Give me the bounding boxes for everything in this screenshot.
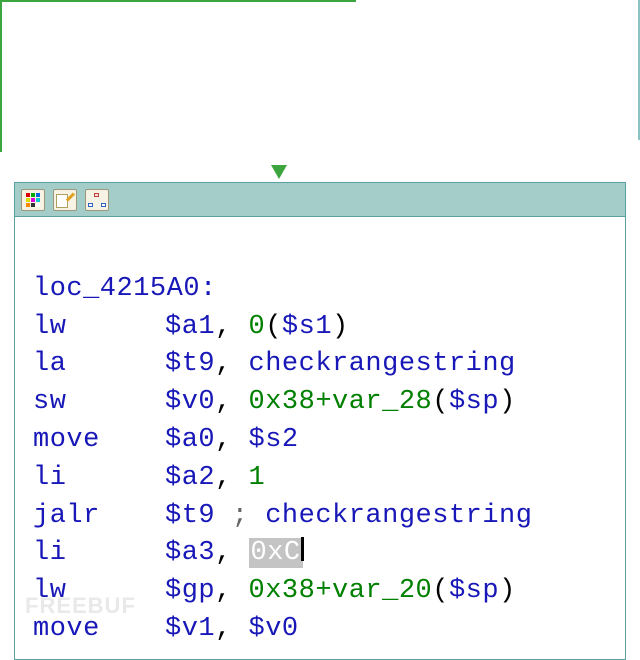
asm-line[interactable]: lw$gp, 0x38+var_20($sp) xyxy=(33,573,613,611)
tok-hl: 0xC xyxy=(249,538,303,568)
tok-comma: , xyxy=(215,425,248,455)
palette-button[interactable] xyxy=(21,189,45,211)
tok-reg: $a3 xyxy=(165,538,215,568)
tok-reg: $v1 xyxy=(165,614,215,644)
tok-comma: , xyxy=(215,349,248,379)
mnemonic: li xyxy=(33,535,165,573)
asm-line[interactable]: move$a0, $s2 xyxy=(33,422,613,460)
tok-reg: $t9 xyxy=(165,501,215,531)
tok-punct: ( xyxy=(265,312,282,342)
graph-edge-arrowhead xyxy=(271,165,287,179)
tok-punct: ( xyxy=(432,387,449,417)
tok-reg: $gp xyxy=(165,576,215,606)
tok-num: 0 xyxy=(249,312,266,342)
tok-comma: , xyxy=(215,576,248,606)
asm-line[interactable]: la$t9, checkrangestring xyxy=(33,346,613,384)
tok-reg: $sp xyxy=(449,576,499,606)
edit-note-button[interactable] xyxy=(53,189,77,211)
text-cursor xyxy=(301,537,304,561)
asm-line[interactable]: sw$v0, 0x38+var_28($sp) xyxy=(33,384,613,422)
tok-punct: ) xyxy=(332,312,349,342)
mnemonic: lw xyxy=(33,573,165,611)
tok-comma: , xyxy=(215,387,248,417)
tok-expr: 0x38+var_28 xyxy=(249,387,433,417)
graph-edge-right-stub xyxy=(634,0,640,140)
tok-reg: $a2 xyxy=(165,463,215,493)
tok-comma: , xyxy=(215,312,248,342)
block-toolbar xyxy=(15,183,625,217)
asm-line[interactable]: lw$a1, 0($s1) xyxy=(33,309,613,347)
graph-view-icon xyxy=(88,193,106,207)
tok-reg: $a1 xyxy=(165,312,215,342)
tok-reg: $sp xyxy=(449,387,499,417)
tok-reg: $t9 xyxy=(165,349,215,379)
mnemonic: li xyxy=(33,460,165,498)
asm-line[interactable]: li$a3, 0xC xyxy=(33,535,613,573)
tok-func: checkrangestring xyxy=(265,501,532,531)
tok-comma: , xyxy=(215,463,248,493)
mnemonic: la xyxy=(33,346,165,384)
asm-line[interactable]: li$a2, 1 xyxy=(33,460,613,498)
tok-reg: $a0 xyxy=(165,425,215,455)
asm-line[interactable]: move$v1, $v0 xyxy=(33,611,613,649)
graph-view-button[interactable] xyxy=(85,189,109,211)
tok-reg: $v0 xyxy=(249,614,299,644)
tok-comment: ; xyxy=(215,501,265,531)
graph-edge-vertical xyxy=(0,2,2,152)
tok-punct: ( xyxy=(432,576,449,606)
disasm-block[interactable]: loc_4215A0:lw$a1, 0($s1)la$t9, checkrang… xyxy=(14,182,626,660)
tok-reg: $s2 xyxy=(249,425,299,455)
mnemonic: move xyxy=(33,611,165,649)
mnemonic: jalr xyxy=(33,498,165,536)
graph-edge-horizontal xyxy=(0,0,356,2)
tok-num: 1 xyxy=(249,463,266,493)
tok-reg: $s1 xyxy=(282,312,332,342)
block-label[interactable]: loc_4215A0: xyxy=(33,271,613,309)
tok-comma: , xyxy=(215,614,248,644)
edit-note-icon xyxy=(56,192,74,208)
tok-comma: , xyxy=(215,538,248,568)
tok-punct: ) xyxy=(499,387,516,417)
mnemonic: sw xyxy=(33,384,165,422)
tok-func: checkrangestring xyxy=(249,349,516,379)
tok-reg: $v0 xyxy=(165,387,215,417)
mnemonic: move xyxy=(33,422,165,460)
palette-icon xyxy=(26,193,40,207)
mnemonic: lw xyxy=(33,309,165,347)
tok-expr: 0x38+var_20 xyxy=(249,576,433,606)
tok-punct: ) xyxy=(499,576,516,606)
asm-line[interactable]: jalr$t9 ; checkrangestring xyxy=(33,498,613,536)
disasm-code[interactable]: loc_4215A0:lw$a1, 0($s1)la$t9, checkrang… xyxy=(15,217,625,659)
